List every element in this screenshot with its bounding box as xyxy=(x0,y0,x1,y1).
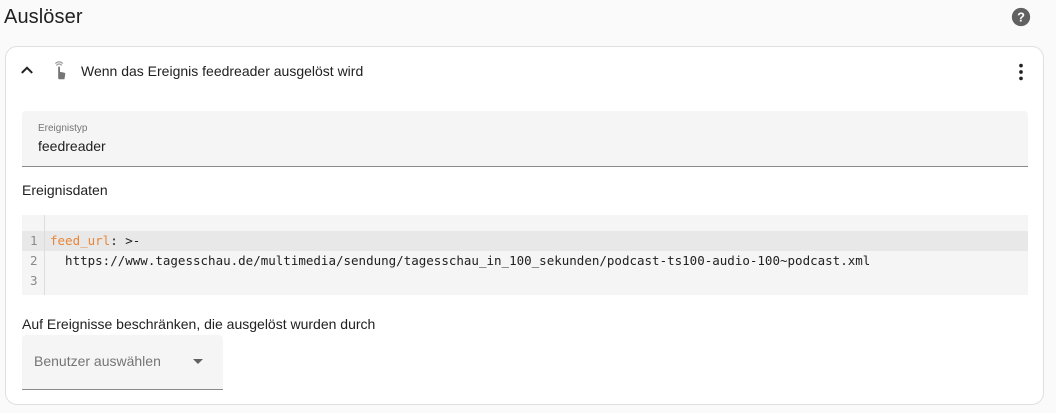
user-select-dropdown[interactable]: Benutzer auswählen xyxy=(22,335,223,390)
help-circle-icon[interactable]: ? xyxy=(1010,6,1032,28)
user-filter-label: Auf Ereignisse beschränken, die ausgelös… xyxy=(22,316,376,332)
code-text[interactable]: feed_url: >- xyxy=(50,233,140,248)
arrow-drop-down-icon[interactable] xyxy=(193,359,203,365)
event-type-value[interactable]: feedreader xyxy=(38,138,106,154)
event-data-editor[interactable]: 1 feed_url: >- 2 https://www.tagesschau.… xyxy=(22,215,1028,295)
event-data-label: Ereignisdaten xyxy=(22,182,108,198)
trigger-card: Wenn das Ereignis feedreader ausgelöst w… xyxy=(5,46,1044,405)
svg-text:?: ? xyxy=(1017,10,1025,25)
gutter-divider xyxy=(44,215,45,295)
section-header: Auslöser ? xyxy=(4,3,1044,35)
yaml-key: feed_url xyxy=(50,233,111,248)
user-select-placeholder: Benutzer auswählen xyxy=(34,353,161,369)
yaml-rest: https://www.tagesschau.de/multimedia/sen… xyxy=(50,253,871,268)
gesture-tap-icon xyxy=(54,61,66,80)
trigger-title: Wenn das Ereignis feedreader ausgelöst w… xyxy=(81,63,364,79)
page: Auslöser ? Wenn das Ereignis feedreader … xyxy=(0,0,1056,413)
event-type-field[interactable]: Ereignistyp feedreader xyxy=(22,111,1028,167)
trigger-card-header[interactable]: Wenn das Ereignis feedreader ausgelöst w… xyxy=(6,47,1043,97)
section-title: Auslöser xyxy=(4,6,83,28)
code-line[interactable]: 2 https://www.tagesschau.de/multimedia/s… xyxy=(22,251,1028,271)
code-text[interactable]: https://www.tagesschau.de/multimedia/sen… xyxy=(50,253,870,268)
line-number: 3 xyxy=(30,273,38,288)
line-number: 2 xyxy=(30,253,38,268)
more-vertical-icon[interactable] xyxy=(1010,61,1032,83)
chevron-up-icon[interactable] xyxy=(18,61,36,79)
event-type-label: Ereignistyp xyxy=(38,123,88,134)
yaml-rest: : >- xyxy=(110,233,141,248)
line-number: 1 xyxy=(30,233,38,248)
code-line[interactable]: 3 xyxy=(22,271,1028,291)
code-line[interactable]: 1 feed_url: >- xyxy=(22,231,1028,251)
